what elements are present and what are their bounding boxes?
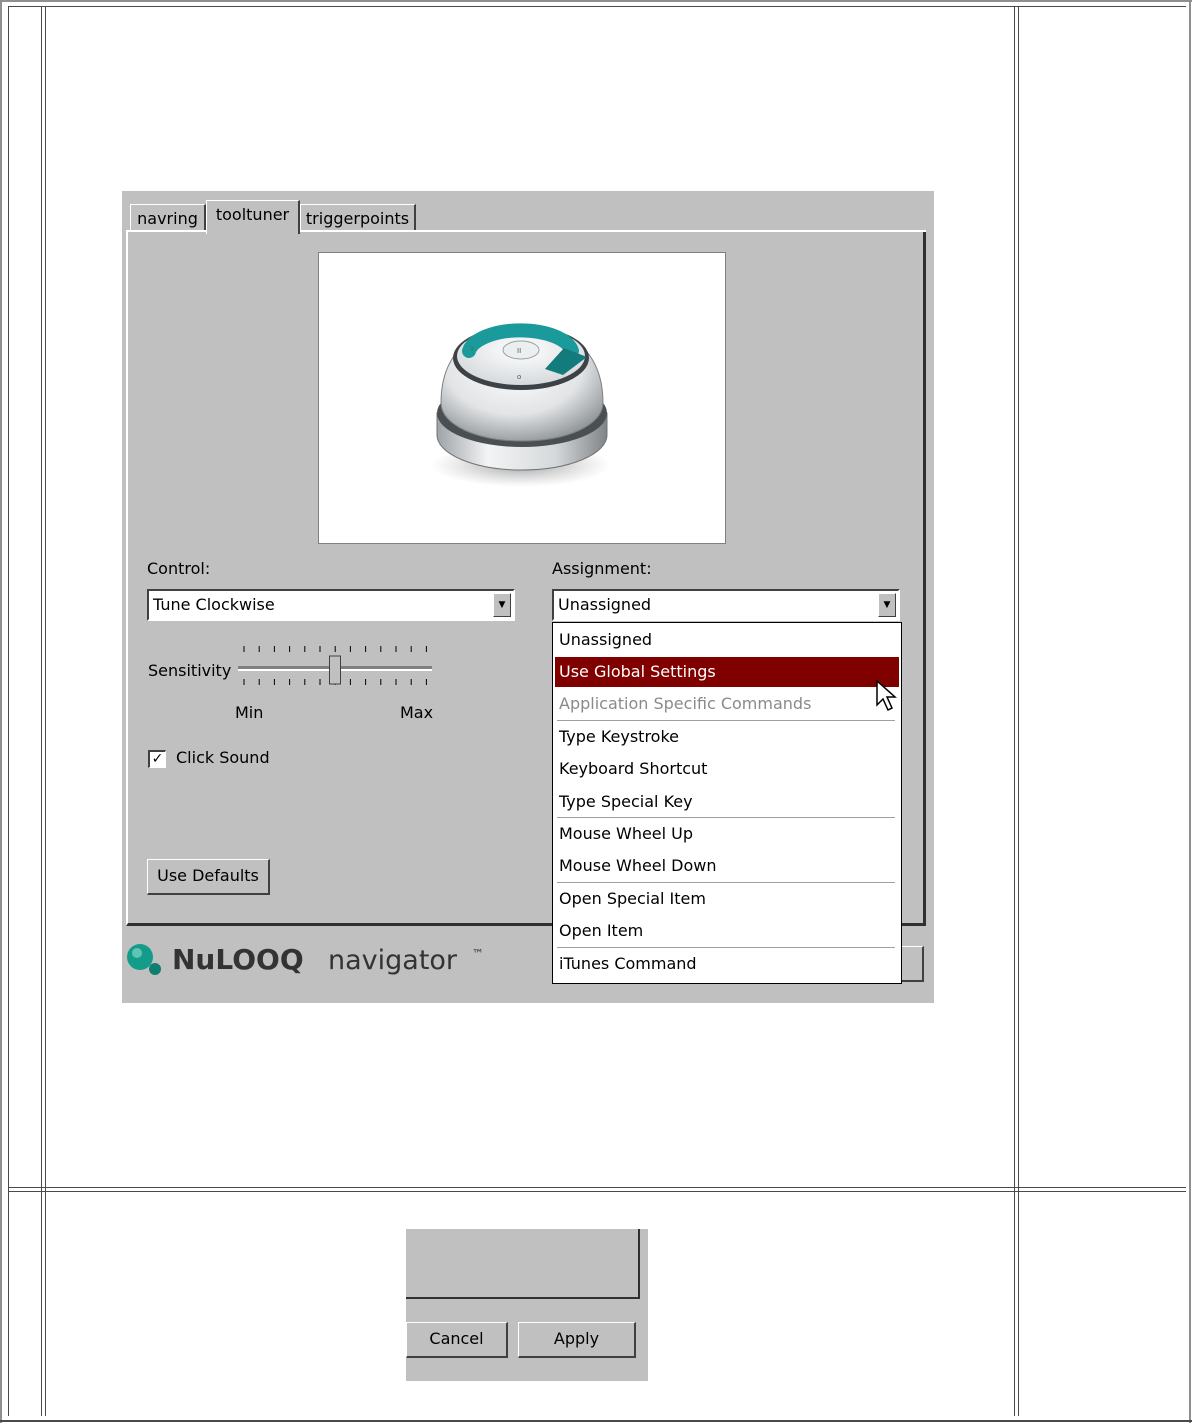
sensitivity-min-label: Min [235,703,264,722]
tab-triggerpoints[interactable]: triggerpoints [300,204,416,232]
control-dropdown-arrow-icon[interactable]: ▼ [493,593,511,617]
sensitivity-label: Sensitivity [148,661,232,680]
control-label: Control: [147,559,211,578]
cancel-button[interactable]: Cancel [406,1322,508,1358]
dropdown-option[interactable]: Mouse Wheel Down [555,851,899,881]
nulooq-logo-icon [127,944,161,975]
nulooq-device-image: II I o [431,323,611,487]
cell-divider-left-b [41,6,42,1416]
row-divider-b [8,1191,1186,1192]
click-sound-checkbox[interactable]: ✓ [148,750,166,768]
assignment-combobox[interactable]: Unassigned ▼ [552,589,900,621]
slider-ticks-top [243,646,427,652]
cell-divider-right-b [1018,6,1019,1416]
sensitivity-max-label: Max [400,703,434,722]
assignment-dropdown-list: Unassigned Use Global Settings Application… [552,622,902,984]
brand-name: NuLOOQ [172,943,304,976]
assignment-label: Assignment: [552,559,652,578]
dropdown-option: Application Specific Commands [559,694,812,713]
dropdown-option[interactable]: Unassigned [555,625,899,655]
footer-buttons-panel: Cancel Apply [406,1229,648,1381]
dropdown-option[interactable]: Open Special Item [555,884,899,914]
dropdown-option[interactable]: Use Global Settings [555,657,899,687]
cell-divider-left-a [8,6,9,1416]
sensitivity-slider[interactable] [238,646,434,694]
dropdown-option[interactable]: Keyboard Shortcut [555,754,899,784]
tab-navring[interactable]: navring [130,204,206,232]
control-value: Tune Clockwise [153,595,275,614]
use-defaults-button[interactable]: Use Defaults [147,859,270,895]
table-border-bottom [0,1420,1192,1422]
nulooq-settings-panel: navring tooltuner triggerpoints II I o C… [122,191,934,1003]
table-border-right [1189,0,1191,1423]
slider-thumb[interactable] [329,655,341,685]
dropdown-option[interactable]: Type Keystroke [555,722,899,752]
tab-page-top-edge-right [300,230,926,232]
brand-trademark: ™ [472,947,484,961]
row-divider-a [8,1187,1186,1188]
tab-tooltuner[interactable]: tooltuner [206,200,300,234]
svg-text:o: o [517,373,521,381]
svg-text:I: I [471,345,473,353]
click-sound-label: Click Sound [176,748,270,767]
svg-text:II: II [517,347,521,355]
brand-product: navigator [328,945,458,976]
dropdown-option[interactable]: iTunes Command [555,949,899,979]
checkmark-icon: ✓ [151,751,164,767]
footer-panel-inner-border [406,1229,640,1299]
cell-divider-left-c [45,6,46,1416]
mouse-cursor-icon [876,679,897,712]
apply-button[interactable]: Apply [518,1322,636,1358]
tab-page-top-edge [128,230,206,232]
row-top-line [8,6,1186,7]
dropdown-separator [557,947,895,948]
assignment-dropdown-arrow-icon[interactable]: ▼ [878,593,896,617]
table-border-left [0,0,2,1423]
dropdown-separator [557,720,895,721]
dropdown-separator [557,882,895,883]
cell-divider-right-a [1014,6,1015,1416]
dropdown-option[interactable]: Open Item [555,916,899,946]
control-combobox[interactable]: Tune Clockwise ▼ [147,589,515,621]
device-preview-image: II I o [318,252,726,544]
dropdown-option[interactable]: Mouse Wheel Up [555,819,899,849]
table-border-top [0,0,1192,2]
dropdown-option[interactable]: Type Special Key [555,787,899,817]
assignment-value: Unassigned [558,595,652,614]
dropdown-separator [557,817,895,818]
